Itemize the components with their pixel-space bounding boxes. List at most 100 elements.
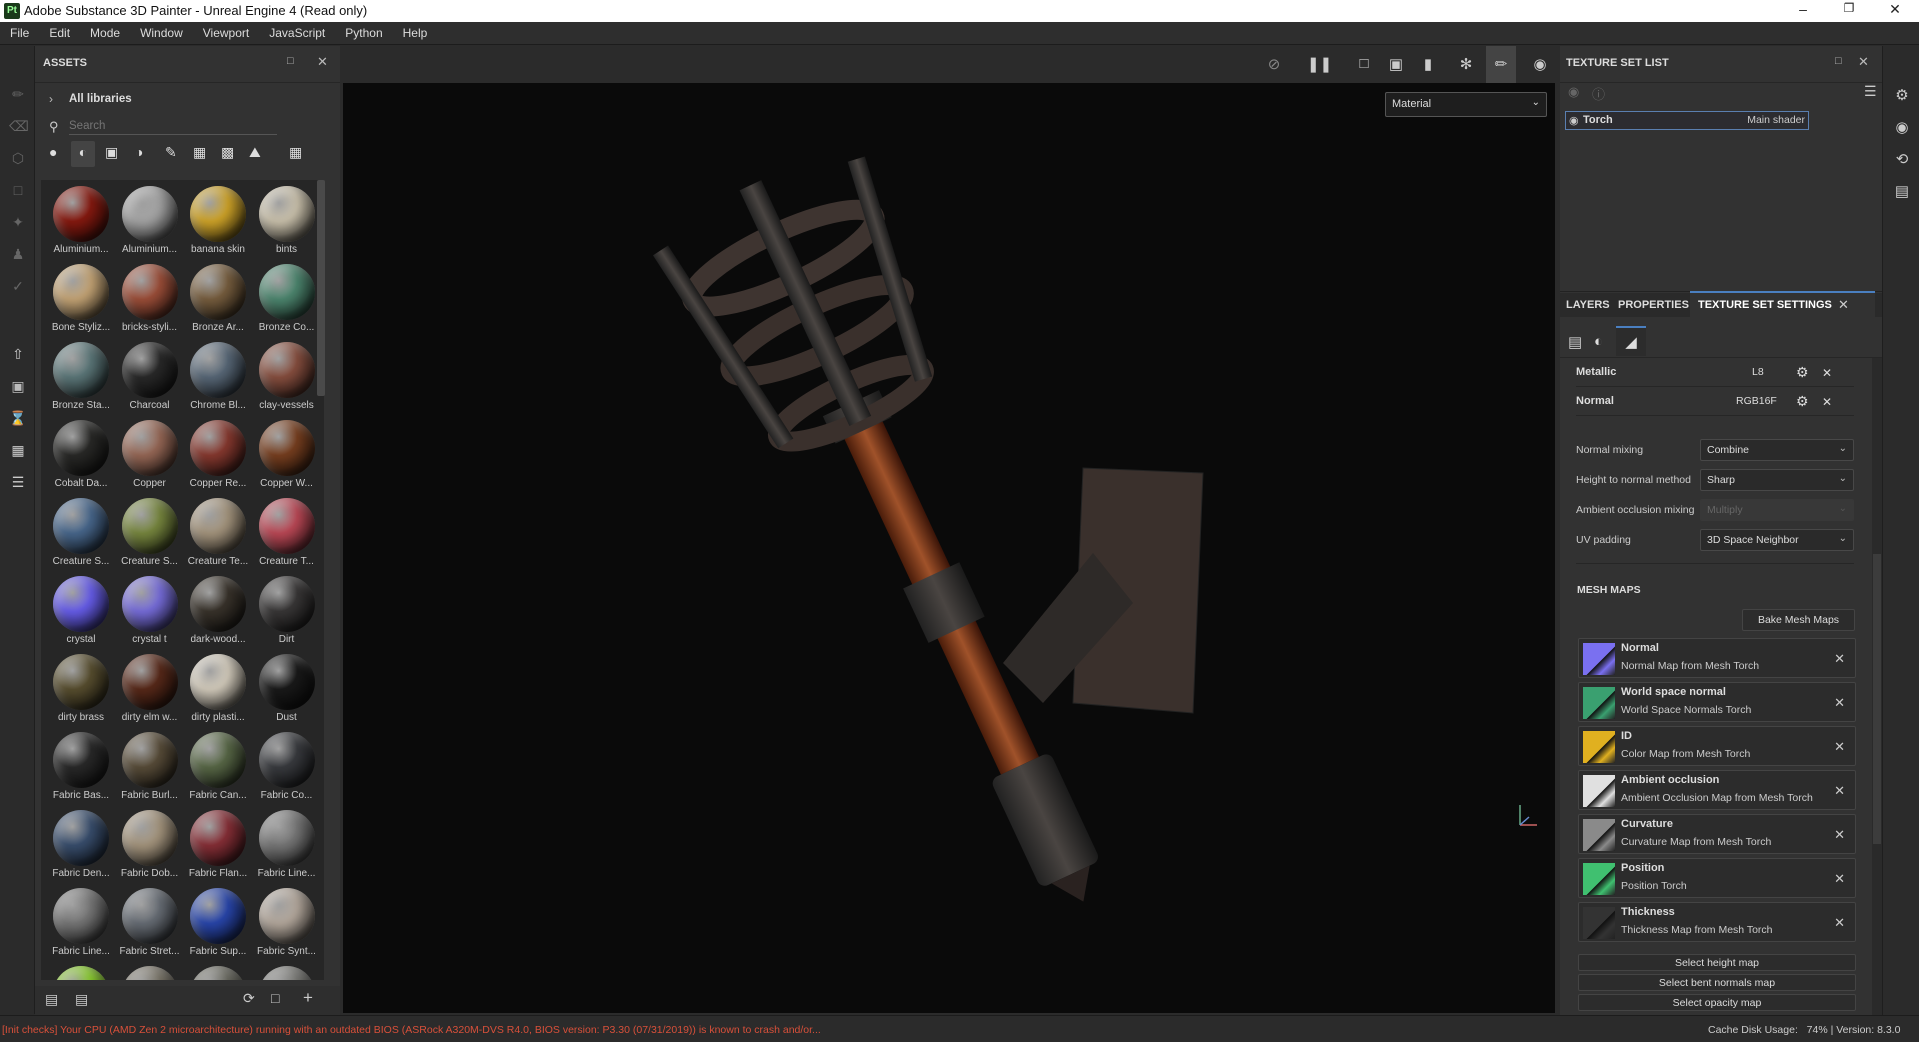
gear-icon[interactable]: ⚙ bbox=[1796, 393, 1809, 410]
material-thumbnail[interactable]: Creature S... bbox=[116, 494, 184, 572]
material-thumbnail[interactable]: Fabric Synt... bbox=[253, 884, 321, 962]
material-thumbnail[interactable]: dirty brass bbox=[47, 650, 115, 728]
projection-icon[interactable]: ⬡ bbox=[9, 150, 27, 168]
paint-brush-icon[interactable]: ✏ bbox=[9, 86, 27, 104]
add-icon[interactable]: + bbox=[303, 988, 313, 1008]
normal-mixing-select[interactable]: Combine ⌄ bbox=[1700, 439, 1854, 461]
folder-list-icon[interactable]: ▤ bbox=[75, 991, 88, 1008]
material-thumbnail[interactable]: Fabric Bas... bbox=[47, 728, 115, 806]
channel-format[interactable]: RGB16F bbox=[1736, 395, 1777, 407]
3d-viewport[interactable] bbox=[343, 83, 1555, 1013]
remove-mesh-map-icon[interactable]: ✕ bbox=[1834, 915, 1845, 931]
cube-icon[interactable]: ▣ bbox=[1385, 55, 1407, 75]
gear-icon[interactable]: ⚙ bbox=[1796, 364, 1809, 381]
undock-icon[interactable]: □ bbox=[287, 55, 294, 67]
alpha-filter-icon[interactable]: ▦ bbox=[193, 144, 206, 161]
visibility-toggle-icon[interactable]: ◉ bbox=[1568, 84, 1579, 100]
mesh-uv-icon[interactable]: ◢ bbox=[1616, 326, 1646, 356]
eye-icon[interactable]: ◉ bbox=[1569, 114, 1579, 127]
material-thumbnail[interactable]: Copper bbox=[116, 416, 184, 494]
brush-filter-icon[interactable]: ✎ bbox=[165, 144, 177, 161]
material-thumbnail[interactable]: clay-vessels bbox=[253, 338, 321, 416]
material-thumbnail[interactable]: bints bbox=[253, 182, 321, 260]
chevron-right-icon[interactable]: › bbox=[49, 92, 53, 106]
mesh-map-slot[interactable]: Curvature Curvature Map from Mesh Torch ✕ bbox=[1578, 814, 1856, 854]
channel-format[interactable]: L8 bbox=[1752, 366, 1764, 378]
clone-icon[interactable]: ♟ bbox=[9, 246, 27, 264]
menu-window[interactable]: Window bbox=[130, 22, 193, 40]
mesh-map-slot[interactable]: Normal Normal Map from Mesh Torch ✕ bbox=[1578, 638, 1856, 678]
environment-filter-icon[interactable]: ⛰ bbox=[249, 144, 261, 161]
remove-mesh-map-icon[interactable]: ✕ bbox=[1834, 651, 1845, 667]
menu-viewport[interactable]: Viewport bbox=[193, 22, 259, 40]
material-thumbnail[interactable]: Aluminium... bbox=[47, 182, 115, 260]
material-thumbnail[interactable] bbox=[116, 962, 184, 980]
paint-mode-icon[interactable]: ✏ bbox=[1486, 46, 1516, 83]
status-message[interactable]: [Init checks] Your CPU (AMD Zen 2 microa… bbox=[2, 1024, 821, 1036]
close-panel-icon[interactable]: ✕ bbox=[317, 54, 328, 70]
list-menu-icon[interactable]: ☰ bbox=[1864, 83, 1877, 100]
menu-javascript[interactable]: JavaScript bbox=[259, 22, 335, 40]
material-thumbnail[interactable]: Bronze Co... bbox=[253, 260, 321, 338]
material-thumbnail[interactable]: Fabric Burl... bbox=[116, 728, 184, 806]
asset-scrollbar[interactable] bbox=[317, 180, 325, 396]
generator-filter-icon[interactable]: ◑ bbox=[135, 144, 143, 160]
material-thumbnail[interactable]: dirty elm w... bbox=[116, 650, 184, 728]
smudge-icon[interactable]: ✦ bbox=[9, 214, 27, 232]
material-thumbnail[interactable]: Fabric Line... bbox=[253, 806, 321, 884]
material-thumbnail[interactable]: Fabric Co... bbox=[253, 728, 321, 806]
color-picker-icon[interactable]: ✓ bbox=[9, 278, 27, 296]
mask-filter-icon[interactable]: ▣ bbox=[105, 144, 118, 161]
material-thumbnail[interactable]: Bone Styliz... bbox=[47, 260, 115, 338]
remove-channel-icon[interactable]: ✕ bbox=[1822, 366, 1832, 380]
screenshot-camera-icon[interactable]: ◉ bbox=[1529, 55, 1551, 75]
minimize-button[interactable]: – bbox=[1788, 1, 1818, 17]
save-preset-icon[interactable]: ▤ bbox=[45, 991, 58, 1008]
layers-stack-icon[interactable]: ☰ bbox=[9, 474, 27, 492]
material-thumbnail[interactable]: banana skin bbox=[184, 182, 252, 260]
close-panel-icon[interactable]: ✕ bbox=[1858, 54, 1869, 70]
bake-icon[interactable]: ▣ bbox=[9, 378, 27, 396]
remove-mesh-map-icon[interactable]: ✕ bbox=[1834, 871, 1845, 887]
material-thumbnail[interactable]: Aluminium... bbox=[116, 182, 184, 260]
all-libraries-breadcrumb[interactable]: All libraries bbox=[69, 93, 132, 105]
tab-properties[interactable]: PROPERTIES bbox=[1618, 299, 1689, 311]
eraser-icon[interactable]: ⌫ bbox=[9, 118, 29, 136]
material-thumbnail[interactable]: Cobalt Da... bbox=[47, 416, 115, 494]
material-thumbnail[interactable]: Creature S... bbox=[47, 494, 115, 572]
mesh-map-slot[interactable]: Ambient occlusion Ambient Occlusion Map f… bbox=[1578, 770, 1856, 810]
material-thumbnail[interactable] bbox=[47, 962, 115, 980]
material-thumbnail[interactable]: dirty plasti... bbox=[184, 650, 252, 728]
material-thumbnail[interactable]: Fabric Sup... bbox=[184, 884, 252, 962]
mesh-map-slot[interactable]: ID Color Map from Mesh Torch ✕ bbox=[1578, 726, 1856, 766]
height-to-normal-select[interactable]: Sharp ⌄ bbox=[1700, 469, 1854, 491]
material-thumbnail[interactable] bbox=[184, 962, 252, 980]
refresh-icon[interactable]: ⟳ bbox=[243, 990, 255, 1007]
display-settings-icon[interactable]: ⚙ bbox=[1893, 86, 1911, 104]
select-height-map-button[interactable]: Select height map bbox=[1578, 954, 1856, 971]
material-thumbnail[interactable]: Copper Re... bbox=[184, 416, 252, 494]
texture-filter-icon[interactable]: ▩ bbox=[221, 144, 234, 161]
select-bent-normals-map-button[interactable]: Select bent normals map bbox=[1578, 974, 1856, 991]
viewport-channel-select[interactable]: Material ⌄ bbox=[1385, 92, 1547, 117]
material-thumbnail[interactable]: Fabric Flan... bbox=[184, 806, 252, 884]
material-thumbnail[interactable]: Fabric Stret... bbox=[116, 884, 184, 962]
material-thumbnail[interactable]: Bronze Sta... bbox=[47, 338, 115, 416]
material-thumbnail[interactable] bbox=[253, 962, 321, 980]
menu-help[interactable]: Help bbox=[393, 22, 438, 40]
undock-icon[interactable]: □ bbox=[1835, 55, 1842, 67]
tab-layers[interactable]: LAYERS bbox=[1566, 299, 1610, 311]
remove-mesh-map-icon[interactable]: ✕ bbox=[1834, 827, 1845, 843]
material-thumbnail[interactable]: Chrome Bl... bbox=[184, 338, 252, 416]
material-thumbnail[interactable]: Fabric Can... bbox=[184, 728, 252, 806]
shelf-icon[interactable]: ▦ bbox=[9, 442, 27, 460]
info-icon[interactable]: ⓘ bbox=[1592, 84, 1605, 103]
mesh-map-slot[interactable]: World space normal World Space Normals To… bbox=[1578, 682, 1856, 722]
history-icon[interactable]: ⟲ bbox=[1893, 150, 1911, 168]
material-thumbnail[interactable]: Creature Te... bbox=[184, 494, 252, 572]
material-thumbnail[interactable]: Bronze Ar... bbox=[184, 260, 252, 338]
shader-settings-icon[interactable]: ◉ bbox=[1893, 118, 1911, 136]
material-thumbnail[interactable]: Dust bbox=[253, 650, 321, 728]
material-thumbnail[interactable]: Copper W... bbox=[253, 416, 321, 494]
bake-mesh-maps-button[interactable]: Bake Mesh Maps bbox=[1742, 609, 1855, 631]
